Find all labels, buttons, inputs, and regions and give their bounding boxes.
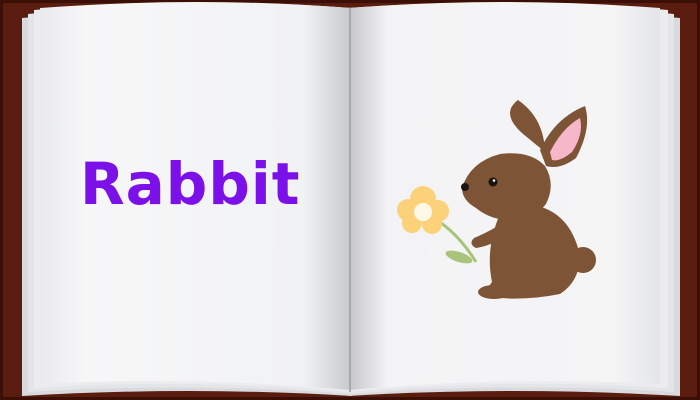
page-word: Rabbit	[80, 150, 301, 218]
rabbit-eye	[488, 177, 498, 187]
picture-book: Rabbit	[0, 0, 700, 400]
rabbit-foot	[478, 285, 510, 299]
rabbit-nose	[461, 183, 469, 191]
